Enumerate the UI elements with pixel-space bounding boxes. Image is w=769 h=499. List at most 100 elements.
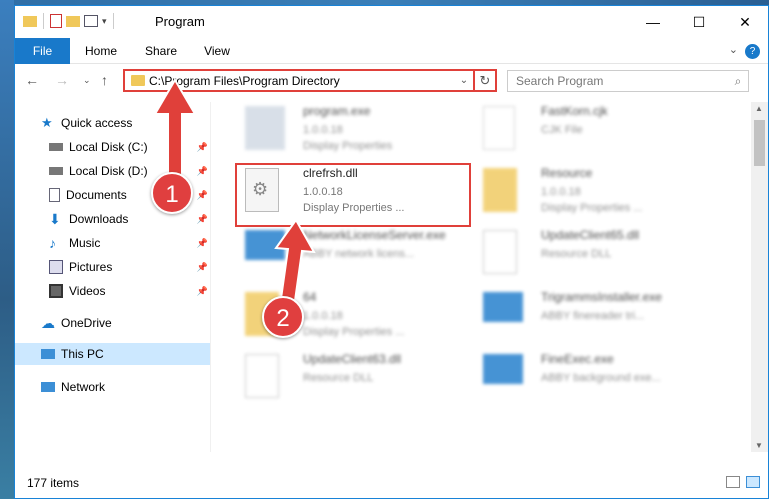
large-icons-view-icon[interactable] <box>746 476 760 488</box>
tab-home[interactable]: Home <box>77 38 125 64</box>
pin-icon: 📌 <box>196 261 208 272</box>
vertical-scrollbar[interactable]: ▲ ▼ <box>751 102 768 452</box>
sidebar-item-this-pc[interactable]: This PC <box>15 343 210 365</box>
refresh-icon[interactable]: ↻ <box>473 71 495 90</box>
sidebar-item-label: Local Disk (C:) <box>69 140 148 154</box>
file-description: Display Properties ... <box>303 326 405 338</box>
sidebar-item-label: Videos <box>69 284 106 298</box>
back-icon[interactable]: ← <box>25 72 39 88</box>
details-view-icon[interactable] <box>726 476 740 488</box>
computer-icon <box>41 349 55 359</box>
sidebar-item-label: Quick access <box>61 116 133 130</box>
file-name: program.exe <box>303 104 371 118</box>
pin-icon: 📌 <box>196 213 208 224</box>
status-bar: 177 items <box>15 466 768 498</box>
ribbon-tabs: File Home Share View ⌄ ? <box>15 38 768 94</box>
documents-icon <box>49 188 60 202</box>
step-badge-1: 1 <box>151 172 193 214</box>
tab-share[interactable]: Share <box>137 38 185 64</box>
tab-view[interactable]: View <box>193 38 241 64</box>
folder-icon <box>483 168 517 212</box>
new-folder-icon[interactable] <box>66 15 80 27</box>
exe-icon <box>483 354 523 384</box>
sidebar-item-label: Downloads <box>69 212 129 226</box>
file-name: NetworkLicenseServer.exe <box>303 228 446 242</box>
minimize-button[interactable]: — <box>630 6 676 38</box>
star-icon: ★ <box>41 115 53 130</box>
sidebar-item-label: Local Disk (D:) <box>69 164 148 178</box>
scrollbar-thumb[interactable] <box>754 120 765 166</box>
video-icon <box>49 284 63 298</box>
scroll-up-icon[interactable]: ▲ <box>755 104 763 113</box>
file-item[interactable]: TrigrammsInstaller.exe ABBY finereader t… <box>473 288 713 344</box>
title-bar: ▾ Program — ☐ ✕ <box>15 6 768 38</box>
folder-icon <box>23 15 37 27</box>
file-item[interactable]: Resource 1.0.0.18 Display Properties ... <box>473 164 713 220</box>
customize-toolbar-icon[interactable]: ▾ <box>102 16 107 27</box>
file-version: 1.0.0.18 <box>541 186 581 198</box>
exe-icon <box>483 292 523 322</box>
file-item[interactable]: program.exe 1.0.0.18 Display Properties <box>235 102 475 158</box>
quick-access-toolbar: ▾ <box>23 13 116 29</box>
item-count: 177 items <box>27 476 80 490</box>
file-description: Display Properties <box>303 140 393 152</box>
exe-icon <box>245 106 285 150</box>
sidebar-item-onedrive[interactable]: ☁ OneDrive <box>15 312 210 334</box>
search-placeholder: Search Program <box>516 74 604 88</box>
file-item[interactable]: FineExec.exe ABBY background exe... <box>473 350 713 406</box>
file-item[interactable]: UpdateClient63.dll Resource DLL <box>235 350 475 406</box>
folder-icon <box>131 75 145 86</box>
sidebar-item-videos[interactable]: Videos 📌 <box>15 280 210 302</box>
file-item[interactable]: FastKorn.cjk CJK File <box>473 102 713 158</box>
recent-locations-icon[interactable]: ⌄ <box>83 75 91 86</box>
file-description: ABBY background exe... <box>541 372 661 384</box>
file-description: ABBY network licens... <box>303 248 415 260</box>
file-item[interactable]: UpdateClient65.dll Resource DLL <box>473 226 713 282</box>
pane-divider <box>210 102 211 452</box>
properties-icon[interactable] <box>50 14 62 28</box>
file-version: 1.0.0.18 <box>303 124 343 136</box>
up-icon[interactable]: ↑ <box>101 72 108 88</box>
address-dropdown-icon[interactable]: ⌄ <box>455 75 473 86</box>
window-title: Program <box>155 14 205 29</box>
view-switcher <box>726 476 760 488</box>
pictures-icon <box>49 260 63 274</box>
file-name: TrigrammsInstaller.exe <box>541 290 662 304</box>
dll-gear-icon <box>245 354 279 398</box>
file-name: FineExec.exe <box>541 352 614 366</box>
close-button[interactable]: ✕ <box>722 6 768 38</box>
network-icon <box>41 382 55 392</box>
music-icon: ♪ <box>49 235 56 251</box>
expand-ribbon-icon[interactable]: ⌄ <box>729 43 738 56</box>
maximize-button[interactable]: ☐ <box>676 6 722 38</box>
toolbar-separator <box>43 13 44 29</box>
view-icon[interactable] <box>84 15 98 27</box>
file-description: Display Properties ... <box>541 202 643 214</box>
help-icon[interactable]: ? <box>745 44 760 59</box>
search-icon[interactable]: ⌕ <box>728 74 748 89</box>
file-name: UpdateClient65.dll <box>541 228 640 242</box>
file-name: Resource <box>541 166 593 180</box>
navigation-bar: ← → ⌄ ↑ C:\Program Files\Program Directo… <box>15 64 768 96</box>
sidebar-item-music[interactable]: ♪ Music 📌 <box>15 232 210 254</box>
file-type: Resource DLL <box>303 372 374 384</box>
dll-gear-icon <box>483 230 517 274</box>
sidebar-item-network[interactable]: Network <box>15 376 210 398</box>
download-icon: ⬇ <box>49 211 61 227</box>
forward-icon[interactable]: → <box>55 72 69 88</box>
sidebar-item-label: This PC <box>61 347 104 361</box>
file-name: UpdateClient63.dll <box>303 352 402 366</box>
sidebar-item-pictures[interactable]: Pictures 📌 <box>15 256 210 278</box>
scroll-down-icon[interactable]: ▼ <box>755 441 763 450</box>
file-icon <box>483 106 515 150</box>
sidebar-item-label: OneDrive <box>61 316 112 330</box>
sidebar-item-label: Music <box>69 236 101 250</box>
drive-icon <box>49 167 63 175</box>
pin-icon: 📌 <box>196 285 208 296</box>
step-badge-2: 2 <box>262 296 304 338</box>
sidebar-item-label: Network <box>61 380 106 394</box>
search-input[interactable]: Search Program ⌕ <box>507 70 749 92</box>
file-name: FastKorn.cjk <box>541 104 608 118</box>
file-type: Resource DLL <box>541 248 612 260</box>
drive-icon <box>49 143 63 151</box>
